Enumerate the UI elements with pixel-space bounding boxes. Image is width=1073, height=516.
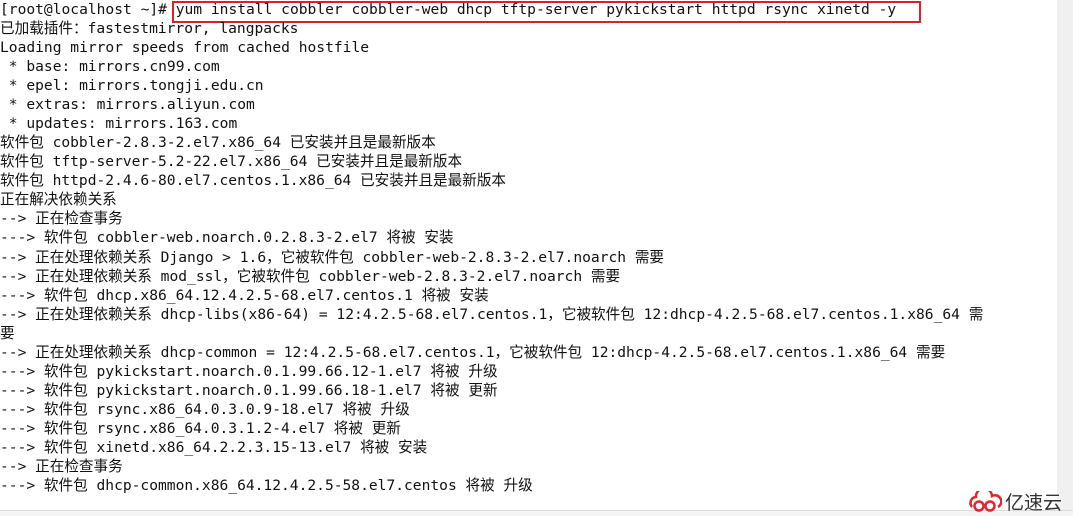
terminal-output[interactable]: [root@localhost ~]# yum install cobbler … [0,0,1056,510]
output-line: --> 正在处理依赖关系 Django > 1.6，它被软件包 cobbler-… [0,248,665,266]
bottom-border [0,510,1073,516]
output-line: --> 正在处理依赖关系 dhcp-common = 12:4.2.5-68.e… [0,343,946,361]
output-line: 软件包 cobbler-2.8.3-2.el7.x86_64 已安装并且是最新版… [0,134,436,152]
output-line: ---> 软件包 rsync.x86_64.0.3.1.2-4.el7 将被 更… [0,419,401,437]
output-line: ---> 软件包 dhcp.x86_64.12.4.2.5-68.el7.cen… [0,286,489,304]
output-line: --> 正在检查事务 [0,457,123,475]
output-line: * extras: mirrors.aliyun.com [0,96,255,114]
output-line: Loading mirror speeds from cached hostfi… [0,39,370,57]
output-line: * epel: mirrors.tongji.edu.cn [0,77,264,95]
cloud-logo-icon [969,490,1002,512]
output-line: --> 正在检查事务 [0,210,123,228]
vertical-scrollbar[interactable] [1057,0,1073,510]
output-line: 正在解决依赖关系 [0,191,117,209]
output-line: 已加载插件：fastestmirror, langpacks [0,20,299,38]
output-line: ---> 软件包 rsync.x86_64.0.3.0.9-18.el7 将被 … [0,400,410,418]
prompt: [root@localhost ~]# [0,1,176,18]
output-line: * updates: mirrors.163.com [0,115,238,133]
output-line: --> 正在处理依赖关系 dhcp-libs(x86-64) = 12:4.2.… [0,305,984,323]
output-line: ---> 软件包 pykickstart.noarch.0.1.99.66.18… [0,381,498,399]
output-line: * base: mirrors.cn99.com [0,58,220,76]
output-line: 要 [0,324,15,342]
output-line: 软件包 tftp-server-5.2-22.el7.x86_64 已安装并且是… [0,153,463,171]
watermark-logo: 亿速云 [968,488,1062,515]
output-line: ---> 软件包 xinetd.x86_64.2.2.3.15-13.el7 将… [0,438,428,456]
output-line: ---> 软件包 cobbler-web.noarch.0.2.8.3-2.el… [0,229,454,247]
output-line: 软件包 httpd-2.4.6-80.el7.centos.1.x86_64 已… [0,172,507,190]
output-line: --> 正在处理依赖关系 mod_ssl，它被软件包 cobbler-web-2… [0,267,621,285]
output-line: ---> 软件包 pykickstart.noarch.0.1.99.66.12… [0,362,498,380]
watermark-text: 亿速云 [1005,492,1063,514]
output-line: ---> 软件包 dhcp-common.x86_64.12.4.2.5-58.… [0,477,533,494]
